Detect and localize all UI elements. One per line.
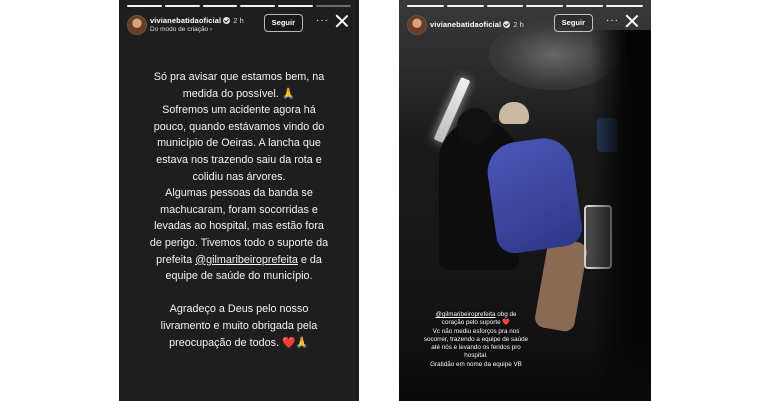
- progress-segment: [566, 5, 604, 7]
- message-text: preocupação de todos.: [169, 336, 279, 349]
- mention-link[interactable]: @gilmaribeiroprefeita: [436, 311, 496, 318]
- creation-mode-link[interactable]: Do modo de criação ›: [150, 26, 212, 33]
- message-line: pouco, quando estávamos vindo do: [153, 120, 325, 133]
- message-line: medida do possível. 🙏: [182, 87, 296, 100]
- message-line: equipe de saúde do município.: [165, 270, 313, 283]
- post-time: 2 h: [233, 16, 244, 25]
- story-photo-panel: vivianebatidaoficial 2 h Seguir ··· @gilm…: [399, 0, 651, 401]
- progress-segment: [127, 5, 162, 7]
- caption-line: hospital.: [464, 352, 488, 360]
- message-line: preocupação de todos. ❤️🙏: [141, 335, 337, 352]
- caption-line: coração pelo suporte ❤️: [415, 319, 537, 327]
- caption-line: Vc não mediu esforços pra nos: [432, 327, 520, 335]
- message-line: colidiu nas árvores.: [192, 170, 286, 183]
- progress-segment: [526, 5, 564, 7]
- story-header: vivianebatidaoficial 2 h Seguir ···: [407, 14, 643, 38]
- progress-segment: [240, 5, 276, 7]
- progress-segment: [164, 5, 200, 7]
- progress-segment: [446, 5, 484, 7]
- message-line: Só pra avisar que estamos bem, na: [153, 71, 325, 83]
- message-line: Algumas pessoas da banda se: [165, 187, 313, 200]
- username-row: vivianebatidaoficial 2 h: [150, 16, 244, 25]
- story-text-panel: vivianebatidaoficial 2 h Do modo de criaç…: [119, 0, 359, 401]
- message-line: Sofremos um acidente agora há: [162, 104, 316, 117]
- avatar[interactable]: [407, 15, 427, 35]
- close-icon[interactable]: [335, 14, 349, 28]
- heart-pray-emoji: ❤️🙏: [281, 336, 309, 349]
- progress-segment: [278, 5, 314, 7]
- message-line: machucaram, foram socorridas e: [160, 203, 318, 216]
- close-icon[interactable]: [625, 14, 639, 28]
- chevron-right-icon: ›: [209, 26, 213, 33]
- story-progress-bar: [127, 5, 351, 7]
- username[interactable]: vivianebatidaoficial: [150, 16, 221, 25]
- progress-segment: [316, 5, 351, 7]
- more-options-icon[interactable]: ···: [606, 14, 619, 28]
- progress-segment: [407, 5, 444, 7]
- message-line: prefeita @gilmaribeiroprefeita e da: [141, 252, 337, 269]
- heart-emoji: ❤️: [502, 319, 511, 327]
- creation-mode-label: Do modo de criação: [150, 26, 209, 33]
- caption-line: socorrer, trazendo a equipe de saúde: [423, 335, 529, 343]
- message-text: e da: [297, 253, 322, 266]
- post-time: 2 h: [513, 20, 524, 29]
- caption-text: coração pelo suporte: [441, 319, 501, 327]
- story-header: vivianebatidaoficial 2 h Do modo de criaç…: [127, 14, 351, 38]
- story-caption: @gilmaribeiroprefeita obg de coração pel…: [415, 311, 537, 369]
- progress-segment: [486, 5, 524, 7]
- caption-text: obg de: [495, 311, 517, 318]
- story-progress-bar: [407, 5, 643, 7]
- message-line: de perigo. Tivemos todo o suporte da: [149, 236, 329, 249]
- message-line: Agradeço a Deus pelo nosso: [169, 303, 309, 316]
- mention-link[interactable]: @gilmaribeiroprefeita: [195, 254, 298, 266]
- avatar[interactable]: [127, 15, 147, 35]
- message-line: livramento e muito obrigada pela: [160, 319, 318, 332]
- progress-segment: [202, 5, 238, 7]
- message-line: levadas ao hospital, mas estão fora: [154, 220, 324, 233]
- story-message: Só pra avisar que estamos bem, na medida…: [141, 69, 337, 351]
- message-line: estava nos trazendo saiu da rota e: [156, 153, 322, 166]
- progress-segment: [606, 5, 643, 7]
- caption-line: Gratidão em nome da equipe VB: [430, 360, 522, 368]
- more-options-icon[interactable]: ···: [316, 14, 329, 28]
- message-text: prefeita: [156, 253, 196, 266]
- username-row: vivianebatidaoficial 2 h: [430, 20, 524, 29]
- follow-button[interactable]: Seguir: [553, 14, 593, 32]
- username[interactable]: vivianebatidaoficial: [430, 20, 501, 29]
- follow-button[interactable]: Seguir: [263, 14, 303, 32]
- message-line: município de Oeiras. A lancha que: [157, 137, 321, 150]
- verified-badge-icon: [503, 21, 511, 28]
- verified-badge-icon: [223, 17, 231, 24]
